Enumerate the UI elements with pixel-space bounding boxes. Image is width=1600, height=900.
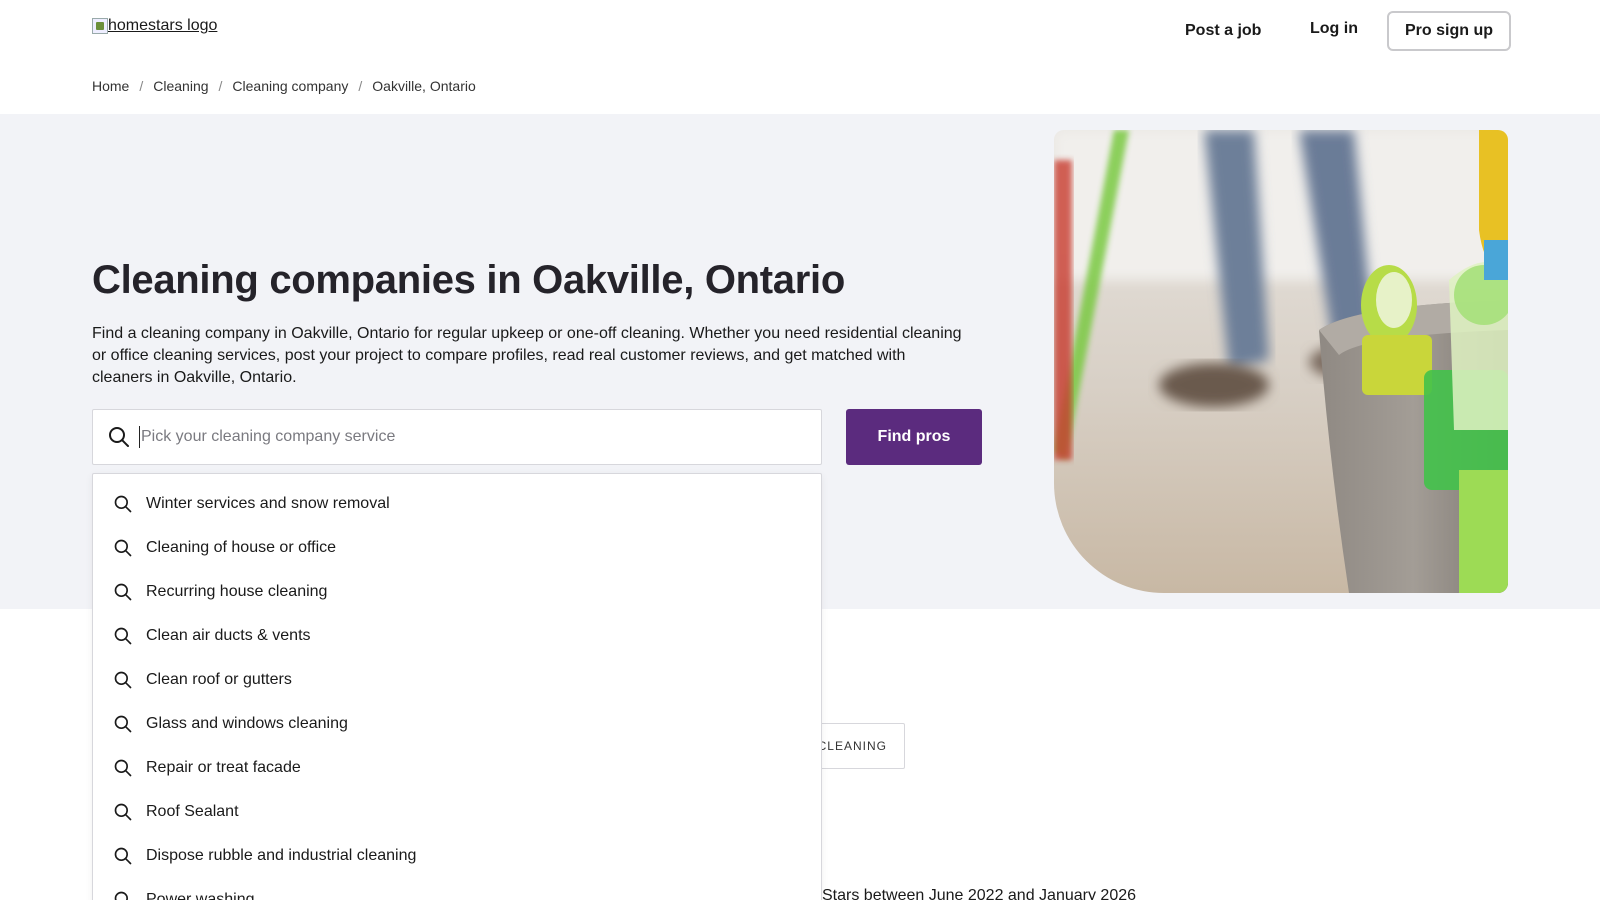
suggestion-item[interactable]: Power washing	[93, 878, 821, 900]
search-icon	[114, 715, 132, 733]
search-icon	[114, 539, 132, 557]
page-title: Cleaning companies in Oakville, Ontario	[92, 258, 845, 302]
logo-alt-text: homestars logo	[108, 17, 218, 34]
suggestion-item[interactable]: Recurring house cleaning	[93, 570, 821, 614]
search-icon	[114, 583, 132, 601]
suggestion-label: Clean roof or gutters	[146, 671, 292, 688]
suggestion-item[interactable]: Repair or treat facade	[93, 746, 821, 790]
service-search-box[interactable]	[92, 409, 822, 465]
breadcrumb-current: Oakville, Ontario	[372, 78, 476, 94]
service-suggestions-dropdown: Winter services and snow removal Cleanin…	[92, 473, 822, 900]
breadcrumb-separator: /	[218, 78, 223, 94]
breadcrumb-home[interactable]: Home	[92, 78, 129, 94]
cleaning-photo	[1054, 130, 1508, 593]
login-link[interactable]: Log in	[1310, 20, 1358, 38]
search-icon	[114, 671, 132, 689]
homestars-logo[interactable]: homestars logo	[92, 17, 217, 35]
pro-signup-button[interactable]: Pro sign up	[1387, 11, 1511, 51]
suggestion-label: Clean air ducts & vents	[146, 627, 311, 644]
suggestion-item[interactable]: Winter services and snow removal	[93, 482, 821, 526]
find-pros-button[interactable]: Find pros	[846, 409, 982, 465]
hero-image-cleaning-supplies	[1054, 130, 1508, 593]
search-icon	[114, 627, 132, 645]
suggestion-item[interactable]: Cleaning of house or office	[93, 526, 821, 570]
suggestion-label: Cleaning of house or office	[146, 539, 337, 556]
reviews-period-text: Stars between June 2022 and January 2026	[822, 887, 1137, 900]
post-job-link[interactable]: Post a job	[1185, 22, 1261, 40]
suggestion-label: Dispose rubble and industrial cleaning	[146, 847, 417, 864]
suggestion-label: Repair or treat facade	[146, 759, 301, 776]
suggestion-item[interactable]: Clean roof or gutters	[93, 658, 821, 702]
breadcrumb-cleaning[interactable]: Cleaning	[153, 78, 208, 94]
suggestion-item[interactable]: Glass and windows cleaning	[93, 702, 821, 746]
suggestion-item[interactable]: Roof Sealant	[93, 790, 821, 834]
site-header: homestars logo Post a job Log in Pro sig…	[0, 0, 1600, 70]
suggestion-label: Power washing	[146, 891, 255, 900]
service-search-input[interactable]	[141, 428, 781, 446]
broken-image-icon	[92, 18, 108, 34]
search-icon	[109, 427, 129, 447]
search-icon	[114, 803, 132, 821]
text-cursor	[139, 426, 140, 448]
breadcrumb: Home / Cleaning / Cleaning company / Oak…	[92, 78, 476, 94]
search-icon	[114, 847, 132, 865]
suggestion-item[interactable]: Clean air ducts & vents	[93, 614, 821, 658]
search-icon	[114, 891, 128, 900]
search-icon	[114, 759, 132, 777]
search-icon	[114, 495, 132, 513]
suggestion-label: Roof Sealant	[146, 803, 239, 820]
breadcrumb-separator: /	[358, 78, 363, 94]
breadcrumb-cleaning-company[interactable]: Cleaning company	[232, 78, 348, 94]
suggestion-label: Recurring house cleaning	[146, 583, 328, 600]
breadcrumb-separator: /	[139, 78, 144, 94]
suggestion-item[interactable]: Dispose rubble and industrial cleaning	[93, 834, 821, 878]
suggestion-label: Glass and windows cleaning	[146, 715, 348, 732]
suggestion-label: Winter services and snow removal	[146, 495, 390, 512]
page-description: Find a cleaning company in Oakville, Ont…	[92, 325, 962, 386]
